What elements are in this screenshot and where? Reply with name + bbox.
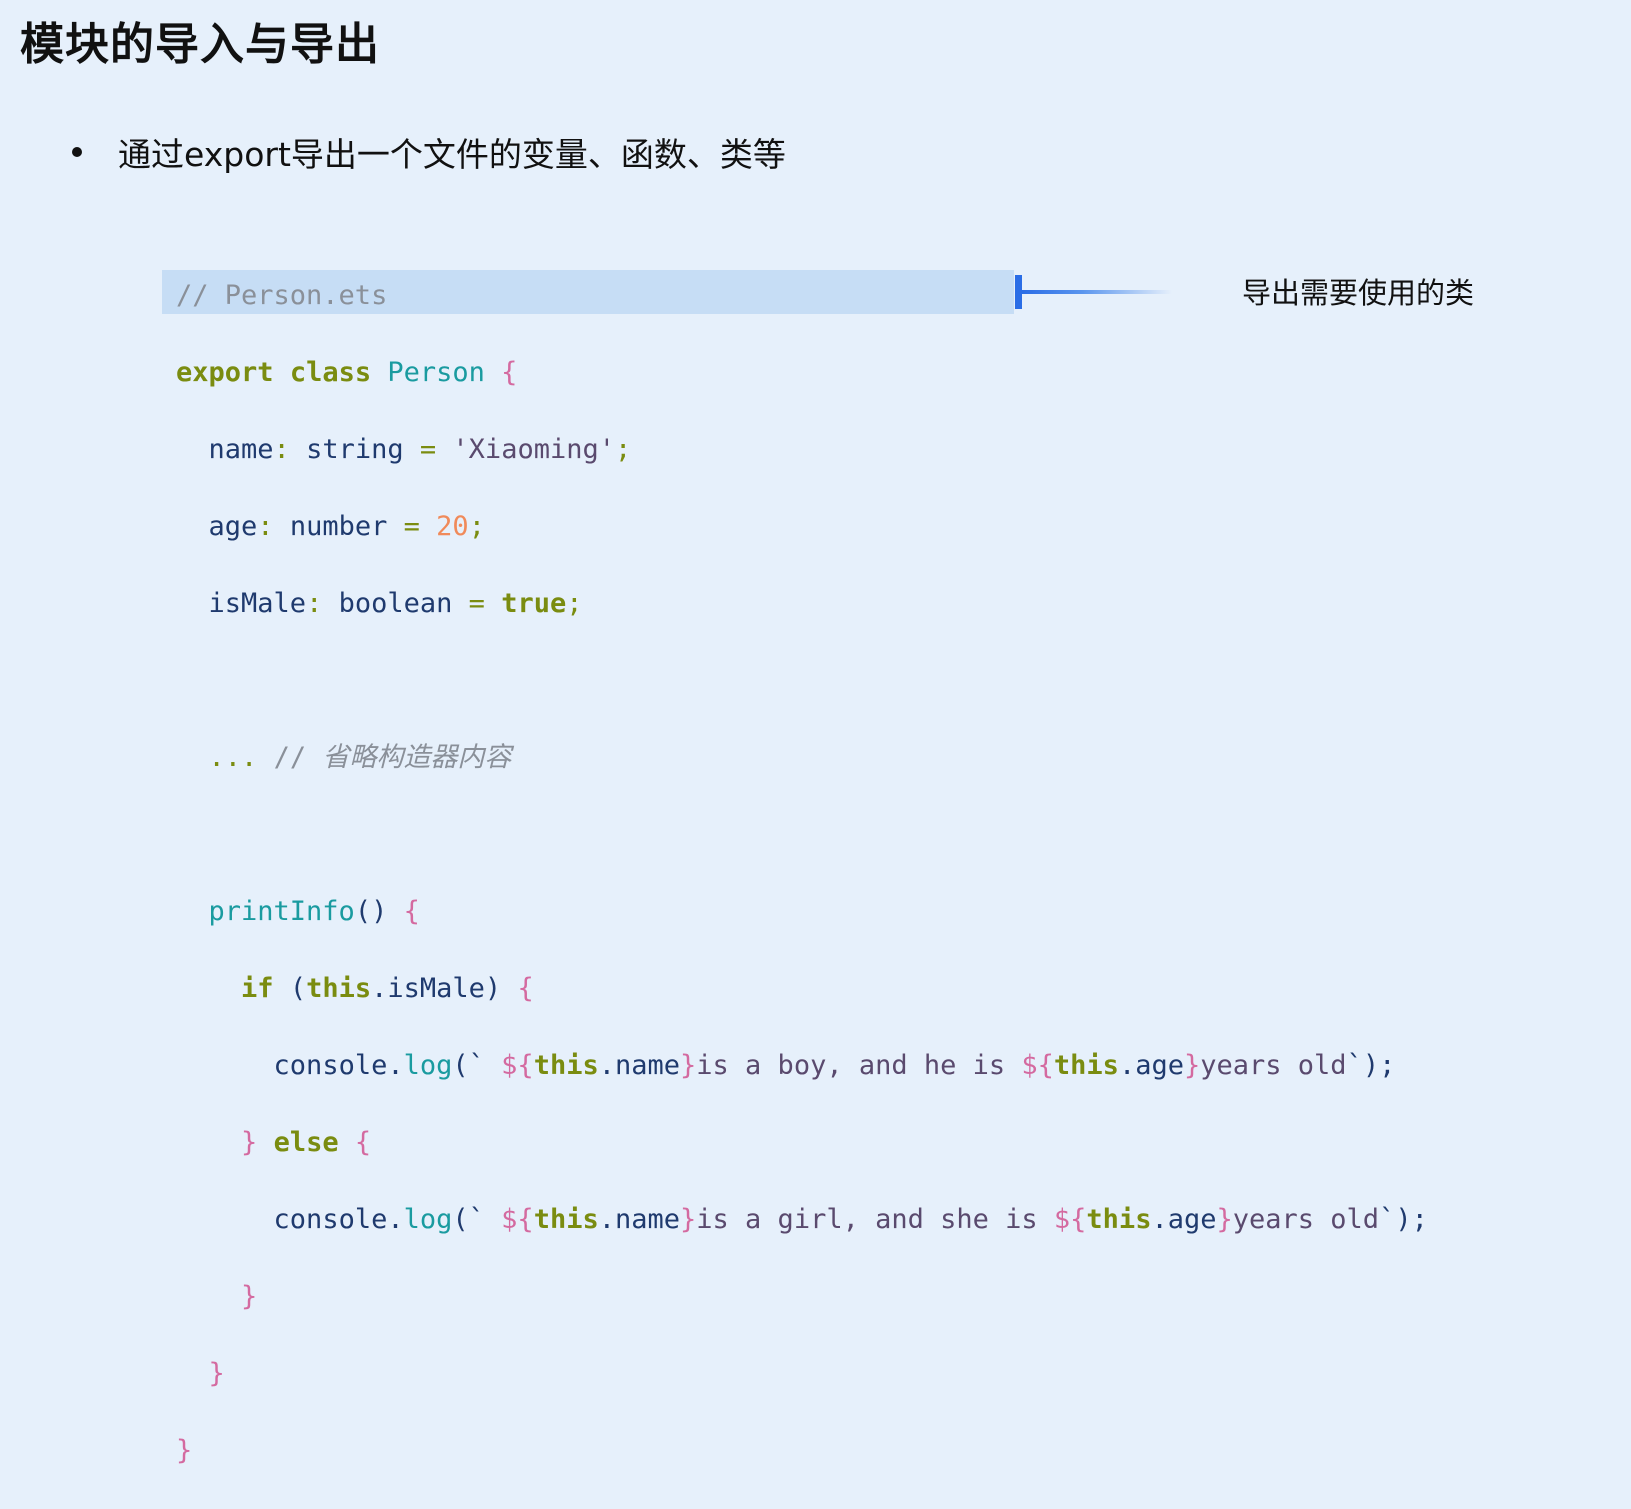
code-brace: } (680, 1203, 697, 1235)
code-punct: ; (468, 510, 485, 542)
code-punct: = (419, 433, 437, 465)
code-keyword: this (533, 1049, 599, 1081)
code-punct: ; (566, 587, 583, 619)
code-keyword: export (176, 356, 274, 388)
bullet-text: 通过export导出一个文件的变量、函数、类等 (118, 135, 786, 174)
code-function: log (403, 1049, 453, 1081)
code-line-15: } (176, 1355, 1428, 1394)
code-keyword: this (533, 1203, 599, 1235)
code-punct: ( (289, 972, 307, 1004)
code-punct: ) (484, 972, 502, 1004)
code-property: age (1167, 1203, 1217, 1235)
code-punct: : (306, 587, 323, 619)
code-punct: . (598, 1203, 615, 1235)
code-punct: : (273, 433, 290, 465)
code-type: number (289, 510, 388, 542)
code-brace: } (1216, 1203, 1233, 1235)
code-brace: ${ (1021, 1049, 1054, 1081)
code-brace: { (501, 356, 518, 388)
code-brace: } (176, 1434, 193, 1466)
code-property: name (614, 1203, 681, 1235)
code-punct: = (403, 510, 420, 542)
code-line-13: console.log(` ${this.name}is a girl, and… (176, 1201, 1428, 1240)
code-punct: . (1151, 1203, 1168, 1235)
code-line-12: } else { (176, 1124, 1428, 1163)
code-punct: . (598, 1049, 615, 1081)
code-comment-slashes: // (273, 741, 307, 773)
code-property: name (614, 1049, 681, 1081)
code-keyword: this (306, 972, 372, 1004)
code-keyword: if (241, 972, 274, 1004)
code-template-text: years old (1200, 1049, 1347, 1081)
code-keyword: this (1053, 1049, 1119, 1081)
code-brace: { (354, 1126, 372, 1158)
bullet-dot-icon (72, 147, 82, 157)
code-line-5: isMale: boolean = true; (176, 585, 1428, 624)
code-template-text: years old (1232, 1203, 1380, 1235)
code-class-name: Person (387, 356, 485, 388)
code-property: isMale (387, 972, 485, 1004)
code-comment: 省略构造器内容 (322, 741, 512, 773)
code-punct: . (387, 1203, 404, 1235)
code-brace: } (241, 1280, 258, 1312)
code-line-2: export class Person { (176, 354, 1428, 393)
code-punct: . (387, 1049, 404, 1081)
code-brace: } (680, 1049, 697, 1081)
code-punct: : (257, 510, 274, 542)
code-punct: = (468, 587, 485, 619)
slide-title: 模块的导入与导出 (20, 19, 380, 70)
code-brace: { (403, 895, 420, 927)
code-punct: `); (1379, 1203, 1428, 1235)
code-punct: (` (452, 1203, 485, 1235)
code-line-4: age: number = 20; (176, 508, 1428, 547)
code-brace: ${ (501, 1049, 534, 1081)
code-brace: } (208, 1357, 225, 1389)
code-template-text: is a boy, and he is (696, 1049, 1022, 1081)
code-line-9: printInfo() { (176, 893, 1428, 932)
code-object: console (273, 1203, 388, 1235)
code-keyword: true (501, 587, 567, 619)
code-type: string (306, 433, 404, 465)
code-property: name (208, 433, 274, 465)
code-line-7: ... // 省略构造器内容 (176, 739, 1428, 778)
code-number: 20 (436, 510, 469, 542)
code-line-10: if (this.isMale) { (176, 970, 1428, 1009)
code-brace: ${ (501, 1203, 534, 1235)
code-keyword: this (1086, 1203, 1152, 1235)
code-brace: } (241, 1126, 258, 1158)
code-property: isMale (208, 587, 307, 619)
code-template-text: is a girl, and she is (696, 1203, 1054, 1235)
bullet-point: 通过export导出一个文件的变量、函数、类等 (72, 128, 786, 176)
code-line-16: } (176, 1432, 1428, 1471)
code-ellipsis: ... (208, 741, 258, 773)
code-object: console (273, 1049, 388, 1081)
code-function: printInfo (208, 895, 355, 927)
code-type: boolean (338, 587, 453, 619)
code-punct: (` (452, 1049, 485, 1081)
code-line-3: name: string = 'Xiaoming'; (176, 431, 1428, 470)
code-brace: ${ (1053, 1203, 1087, 1235)
code-brace: { (517, 972, 534, 1004)
code-block: // Person.ets export class Person { name… (176, 238, 1428, 1509)
code-punct: ; (614, 433, 632, 465)
code-line-11: console.log(` ${this.name}is a boy, and … (176, 1047, 1428, 1086)
code-property: age (208, 510, 258, 542)
code-function: log (403, 1203, 453, 1235)
code-brace: } (1183, 1049, 1201, 1081)
code-punct: `); (1346, 1049, 1396, 1081)
code-keyword: class (289, 356, 372, 388)
code-string: 'Xiaoming' (452, 433, 615, 465)
code-comment: // Person.ets (176, 279, 388, 311)
code-keyword: else (273, 1126, 339, 1158)
code-line-14: } (176, 1278, 1428, 1317)
code-punct: . (371, 972, 388, 1004)
code-punct: () (354, 895, 388, 927)
code-punct: . (1118, 1049, 1136, 1081)
code-line-1: // Person.ets (176, 277, 1428, 316)
code-property: age (1135, 1049, 1184, 1081)
